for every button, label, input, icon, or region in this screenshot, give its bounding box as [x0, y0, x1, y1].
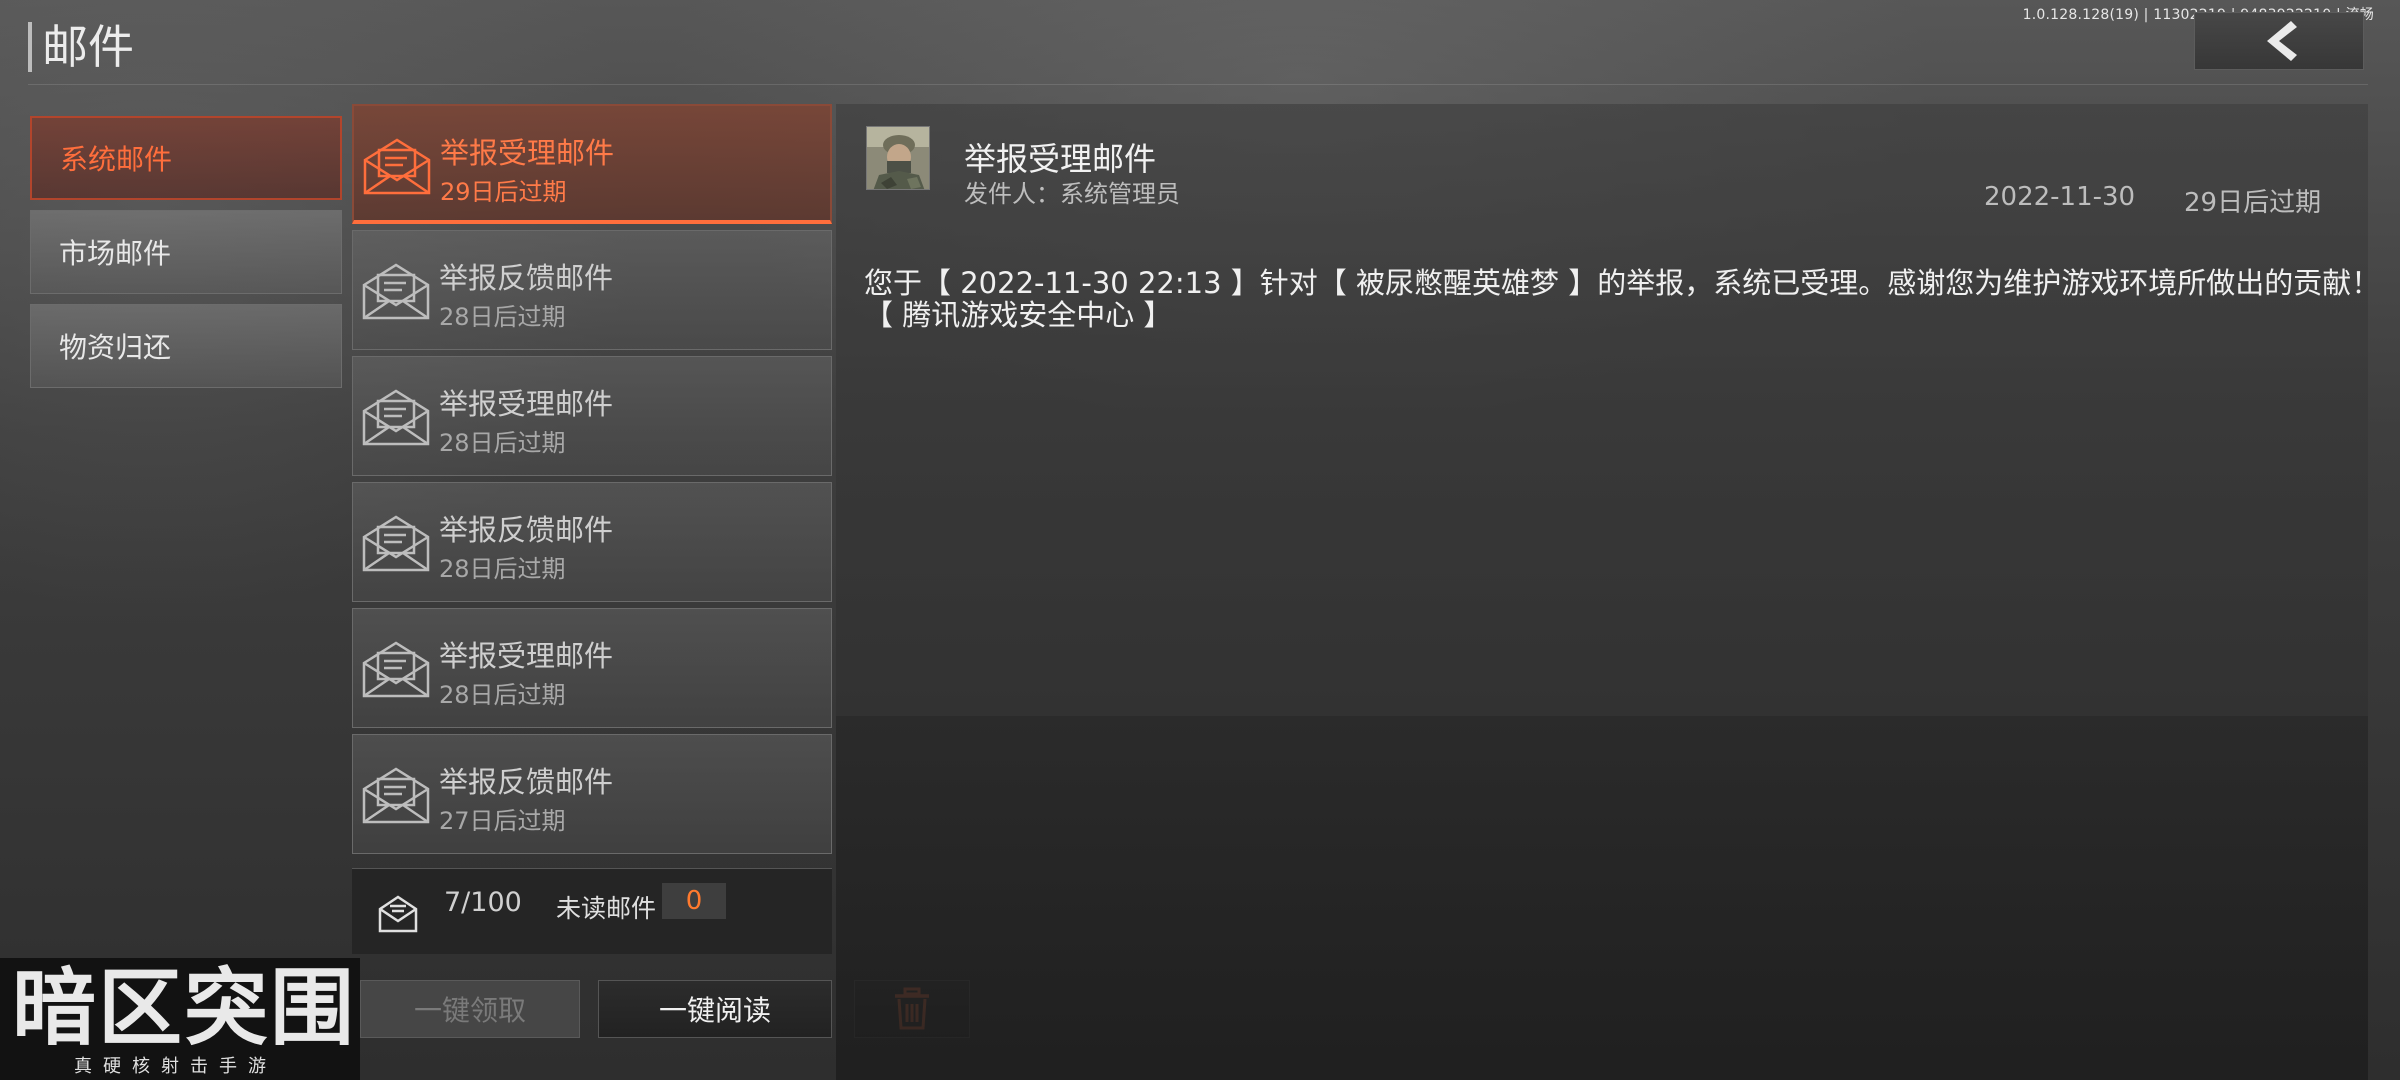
mail-title: 举报受理邮件	[439, 387, 614, 421]
unread-label: 未读邮件	[556, 894, 657, 923]
envelope-open-icon	[362, 767, 430, 824]
category-label: 市场邮件	[59, 237, 172, 270]
mail-expiry: 28日后过期	[439, 429, 566, 457]
mail-item[interactable]: 举报受理邮件 28日后过期	[352, 356, 832, 476]
mail-title: 举报反馈邮件	[439, 261, 614, 295]
sender-name: 系统管理员	[1060, 180, 1180, 208]
envelope-open-icon	[362, 263, 430, 320]
title-bar: 邮件	[28, 22, 134, 72]
envelope-open-icon	[362, 389, 430, 446]
claim-all-label: 一键领取	[413, 994, 526, 1027]
mail-item[interactable]: 举报反馈邮件 28日后过期	[352, 482, 832, 602]
sender-avatar	[866, 126, 930, 190]
mail-expiry: 28日后过期	[439, 303, 566, 331]
mail-title: 举报受理邮件	[439, 639, 614, 673]
soldier-avatar-icon	[867, 127, 929, 189]
logo-subtitle: 真硬核射击手游	[74, 1056, 277, 1077]
mail-expiry: 28日后过期	[439, 681, 566, 709]
back-button[interactable]	[2194, 12, 2364, 70]
mail-expiry: 29日后过期	[440, 178, 567, 206]
category-system-mail[interactable]: 系统邮件	[30, 116, 342, 200]
mail-count: 7/100	[444, 887, 522, 918]
category-supply-return[interactable]: 物资归还	[30, 304, 342, 388]
mail-expiry: 27日后过期	[439, 807, 566, 835]
read-all-button[interactable]: 一键阅读	[598, 980, 832, 1038]
mail-item[interactable]: 举报受理邮件 29日后过期	[352, 104, 832, 224]
category-market-mail[interactable]: 市场邮件	[30, 210, 342, 294]
mail-body-signature: 【 腾讯游戏安全中心 】	[864, 298, 1173, 332]
chevron-left-icon	[2267, 21, 2297, 61]
header-divider	[28, 84, 2368, 85]
read-all-label: 一键阅读	[658, 994, 771, 1027]
category-label: 物资归还	[59, 331, 172, 364]
mail-title: 举报反馈邮件	[439, 765, 614, 799]
envelope-open-icon	[362, 641, 430, 698]
sender-label: 发件人：	[964, 180, 1060, 208]
mail-title: 举报反馈邮件	[439, 513, 614, 547]
mail-item[interactable]: 举报受理邮件 28日后过期	[352, 608, 832, 728]
mail-detail-expiry: 29日后过期	[2184, 188, 2322, 218]
mail-expiry: 28日后过期	[439, 555, 566, 583]
claim-all-button[interactable]: 一键领取	[360, 980, 580, 1038]
unread-count-badge: 0	[662, 883, 726, 919]
page-title: 邮件	[42, 20, 134, 74]
mail-item[interactable]: 举报反馈邮件 27日后过期	[352, 734, 832, 854]
envelope-open-icon	[363, 138, 431, 195]
game-logo: 暗区突围 真硬核射击手游	[0, 958, 360, 1080]
envelope-open-icon	[362, 515, 430, 572]
mail-list-footer: 7/100 未读邮件 0	[352, 868, 832, 954]
mail-date: 2022-11-30	[1984, 182, 2136, 212]
mailbox-icon	[378, 895, 418, 933]
mail-title: 举报受理邮件	[440, 136, 615, 170]
mail-list: 举报受理邮件 29日后过期 举报反馈邮件 28日后过期 举报受理邮件 28日后过…	[352, 104, 832, 866]
logo-title: 暗区突围	[12, 959, 357, 1057]
mail-item[interactable]: 举报反馈邮件 28日后过期	[352, 230, 832, 350]
category-label: 系统邮件	[60, 143, 173, 176]
sender-line: 发件人：系统管理员	[964, 174, 1180, 209]
